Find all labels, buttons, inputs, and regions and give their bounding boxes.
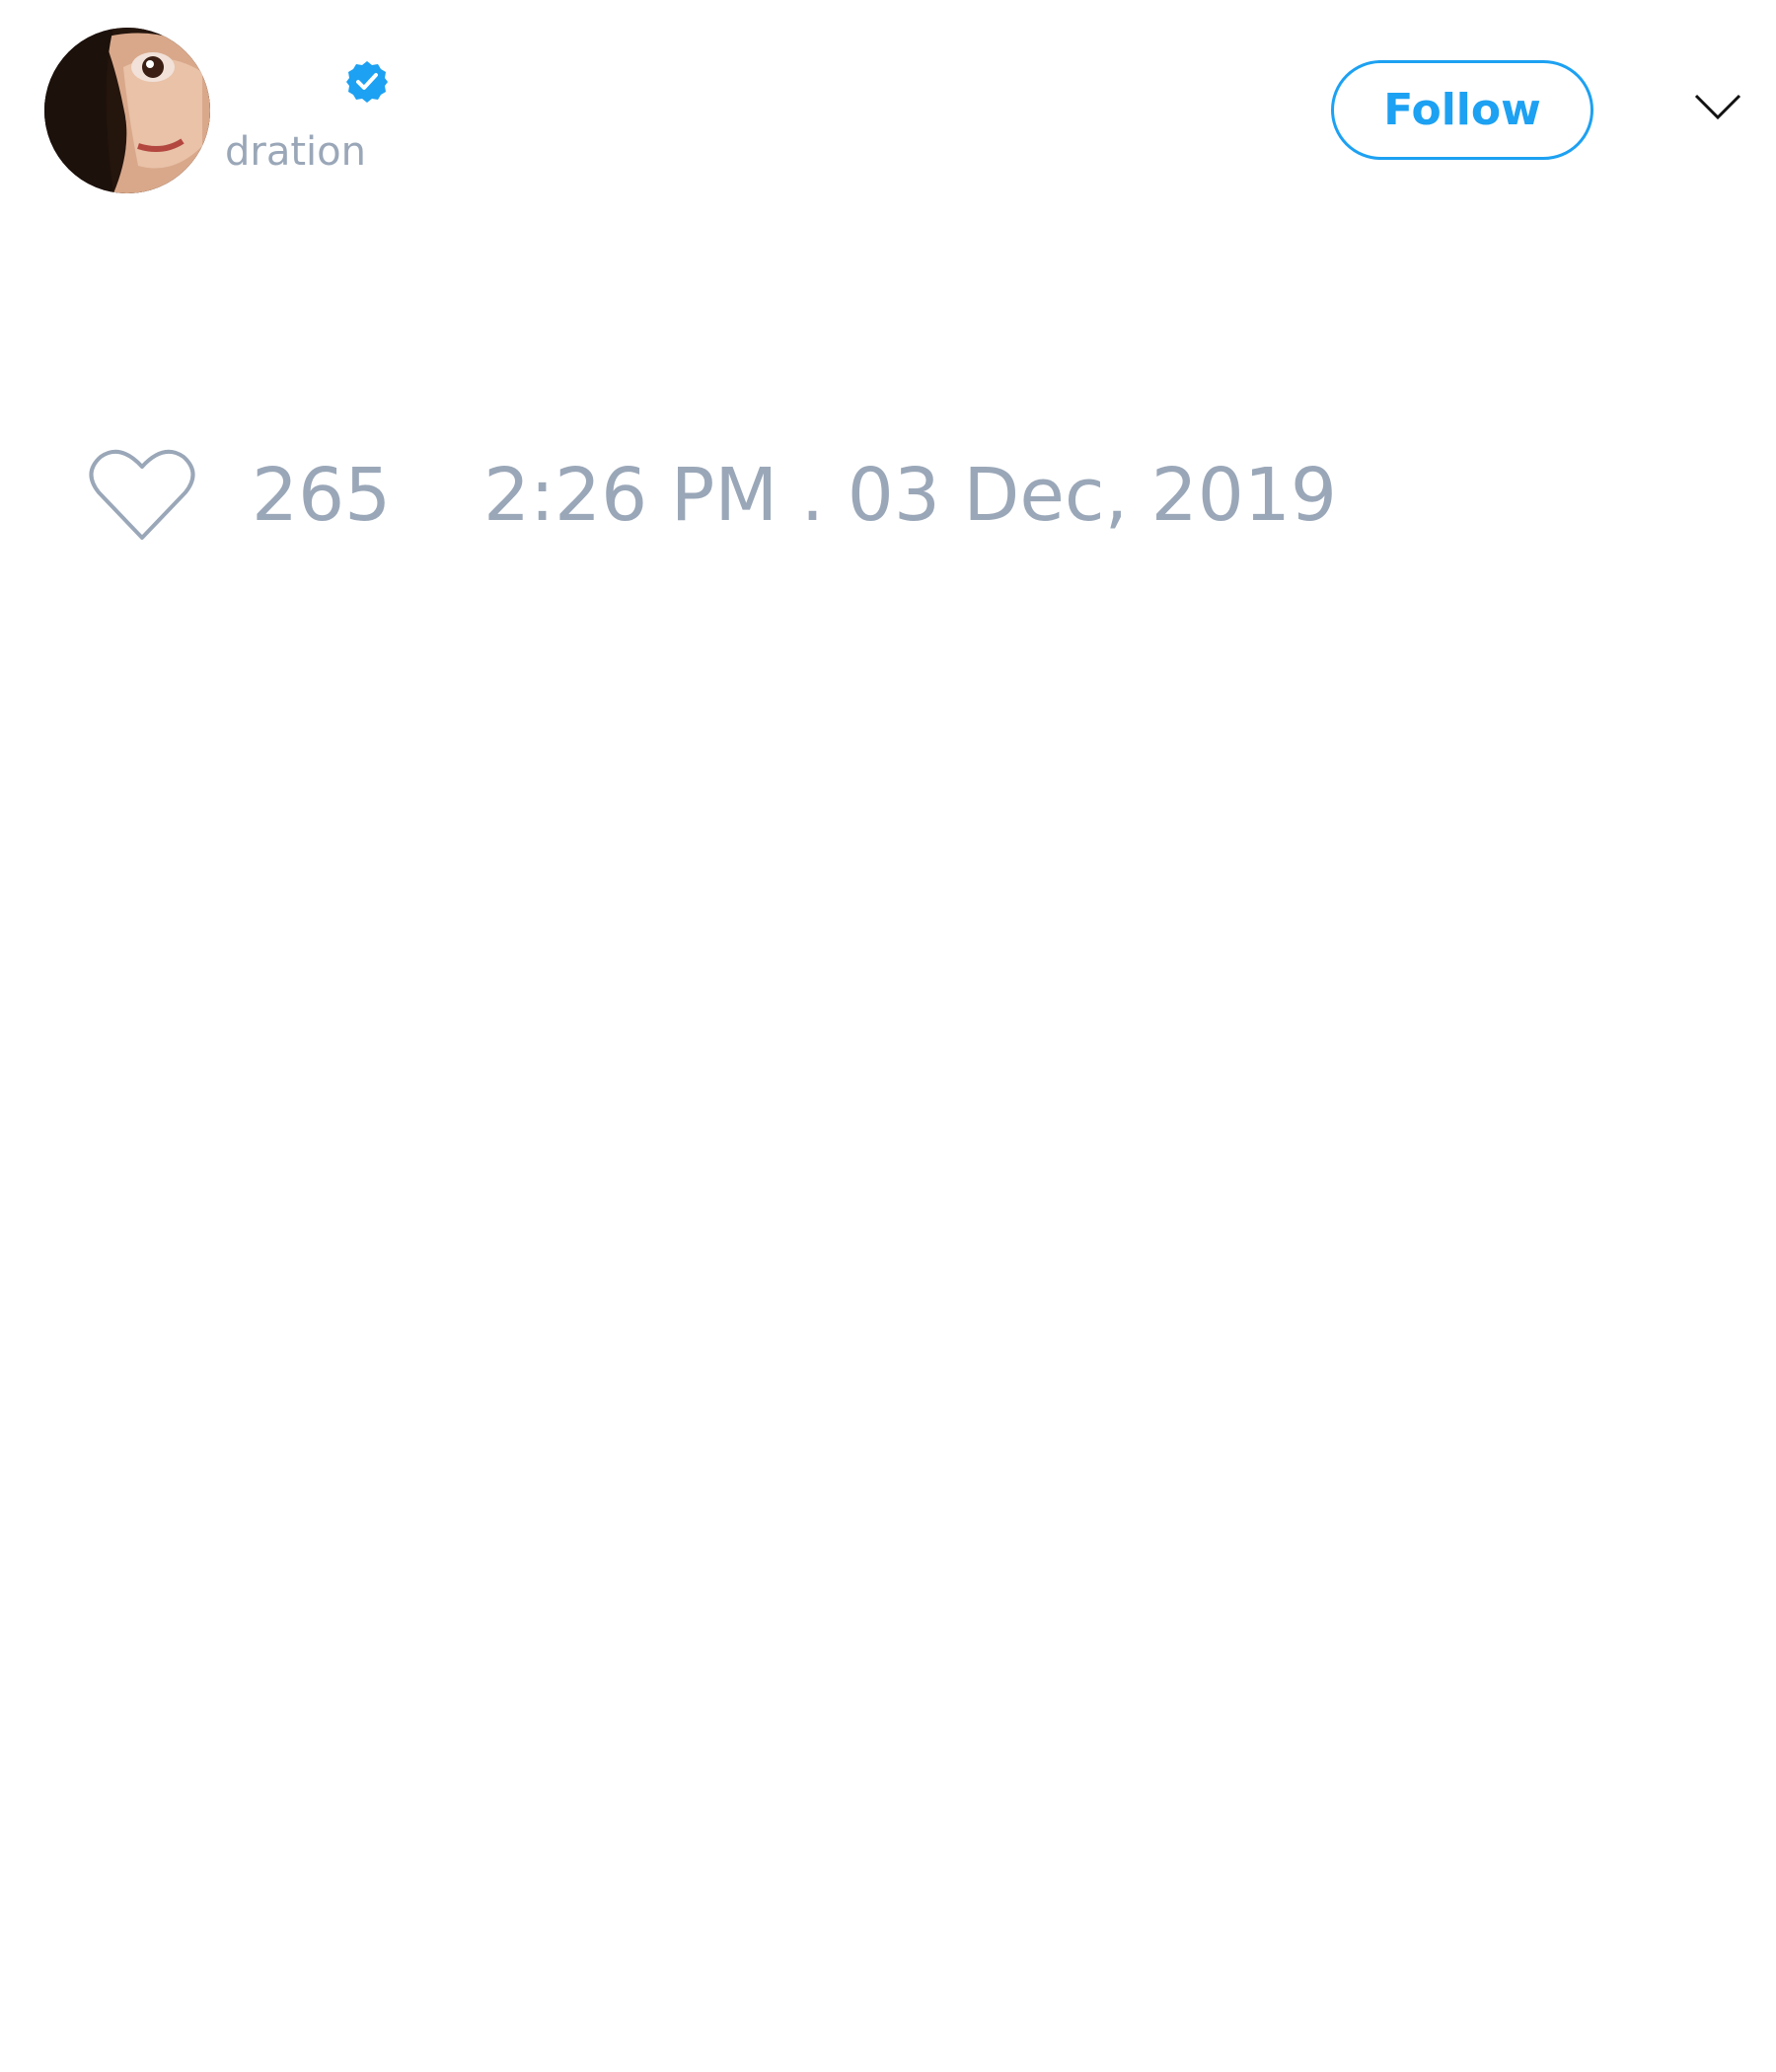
heart-icon[interactable] bbox=[89, 447, 195, 542]
tweet-card: dration Follow 265 2:26 PM . 03 Dec, 201… bbox=[0, 0, 1776, 2072]
avatar[interactable] bbox=[44, 28, 210, 193]
username[interactable]: dration bbox=[225, 128, 366, 176]
like-count: 265 bbox=[252, 453, 392, 538]
chevron-down-icon[interactable] bbox=[1693, 91, 1742, 122]
timestamp[interactable]: 2:26 PM . 03 Dec, 2019 bbox=[483, 452, 1337, 539]
verified-badge-icon bbox=[344, 59, 390, 105]
avatar-image bbox=[44, 28, 210, 193]
follow-button[interactable]: Follow bbox=[1331, 60, 1593, 160]
